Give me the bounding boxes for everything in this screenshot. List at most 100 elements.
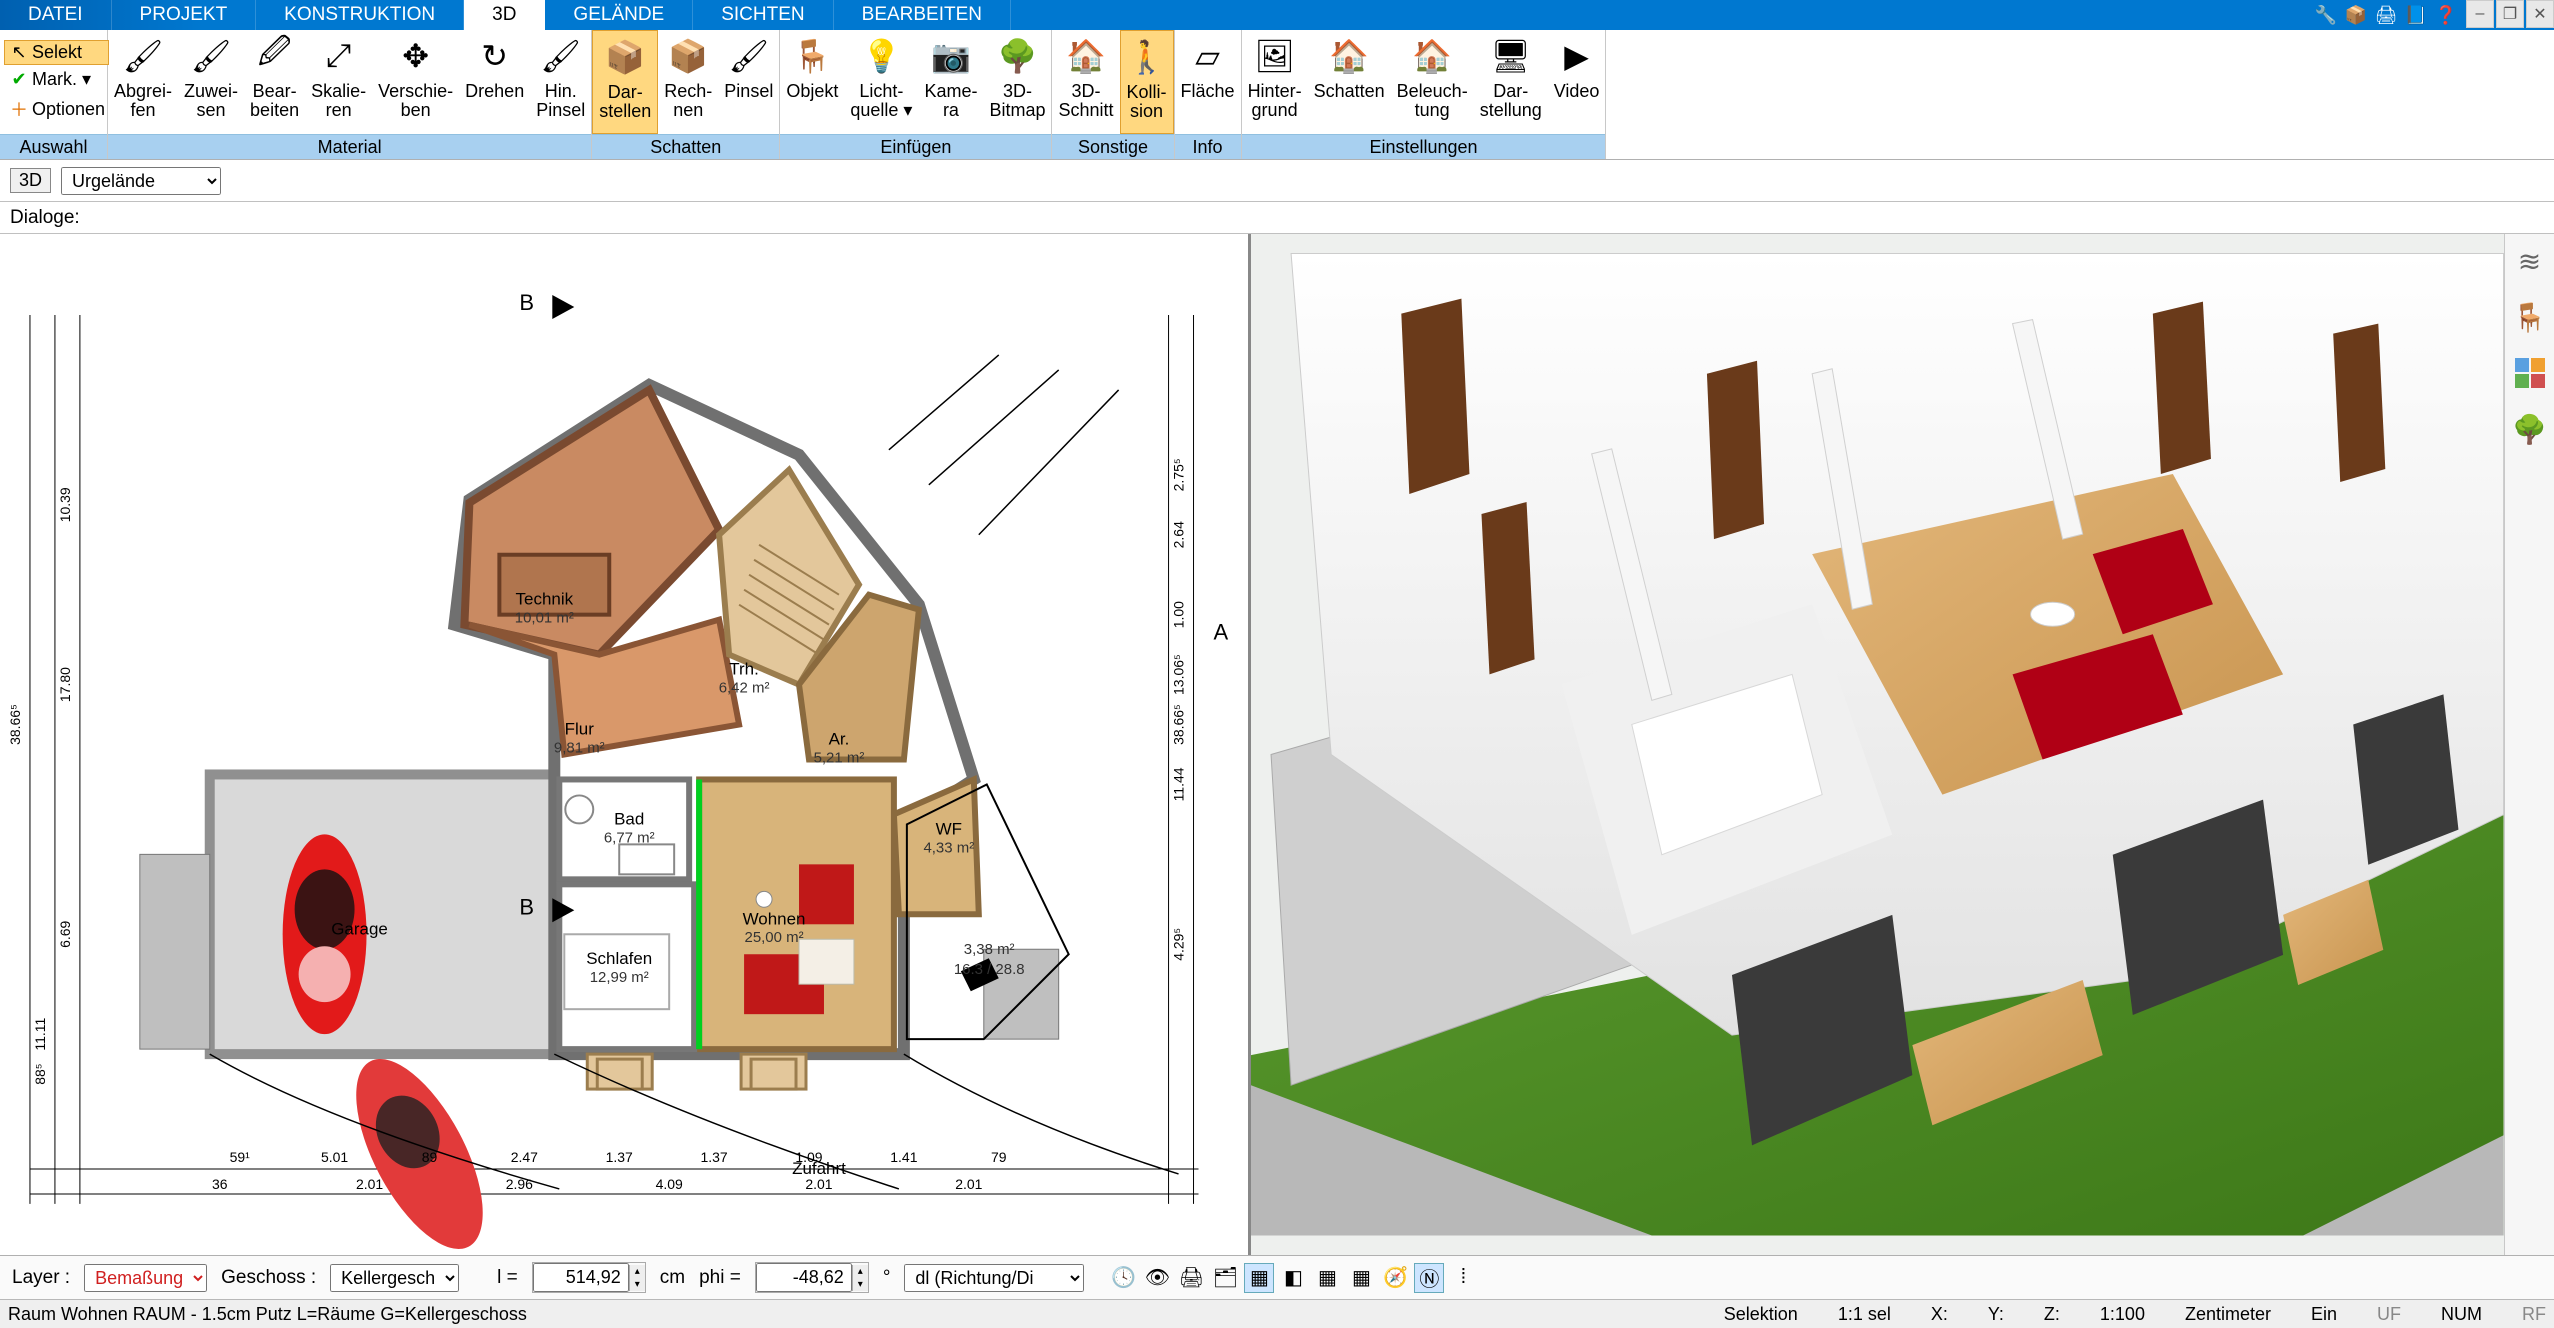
l-label: l = [497,1267,518,1289]
layer-dropdown[interactable]: Urgelände [61,167,221,195]
ribbon-bear-beiten-button[interactable]: 🖉Bear- beiten [244,30,305,134]
status-sel-ratio: 1:1 sel [1838,1304,1891,1325]
print-icon[interactable]: 🖨 [2374,3,2398,27]
mini-icon-10[interactable]: ⁞ [1448,1263,1478,1293]
ribbon-verschie-ben-button[interactable]: ✥ Verschie- ben [372,30,459,134]
mini-icon-5[interactable]: ◧ [1278,1263,1308,1293]
ribbon-group-info: ▱FlächeInfo [1175,30,1242,159]
mini-icon-3[interactable]: 🗂 [1210,1263,1240,1293]
furniture-icon[interactable]: 🪑 [2511,298,2549,336]
box-icon[interactable]: 📦 [2344,3,2368,27]
phi-input[interactable]: ▴▾ [755,1262,869,1293]
ribbon-drehen-button[interactable]: ↻Drehen [459,30,530,134]
ribbon-video-button[interactable]: ▶Video [1548,30,1606,134]
status-unit: Zentimeter [2185,1304,2271,1325]
ribbon-kame-ra-button[interactable]: 📷Kame- ra [918,30,983,134]
status-left: Raum Wohnen RAUM - 1.5cm Putz L=Räume G=… [8,1304,527,1325]
ribbon--d-bitmap-button[interactable]: 🌳3D- Bitmap [983,30,1051,134]
view-2d-plan[interactable]: B B A Technik10,01 m²Flur9,81 m²Trh.6,42… [0,234,1251,1255]
window-minimize[interactable]: – [2466,0,2494,28]
l-input[interactable]: ▴▾ [532,1262,646,1293]
mini-icon-9[interactable]: Ⓝ [1414,1263,1444,1293]
menu-bearbeiten[interactable]: BEARBEITEN [834,0,1011,30]
ribbon-hin-pinsel-button[interactable]: 🖌Hin. Pinsel [530,30,591,134]
mini-icon-1[interactable]: 👁 [1142,1263,1172,1293]
menu-projekt[interactable]: PROJEKT [112,0,257,30]
svg-text:1.37: 1.37 [606,1149,633,1165]
selekt-button[interactable]: ↖Selekt [4,40,109,65]
ribbon-skalie-ren-button[interactable]: ⤢Skalie- ren [305,30,372,134]
menu-datei[interactable]: DATEI [0,0,112,30]
mini-icon-6[interactable]: ▦ [1312,1263,1342,1293]
ribbon-licht-quelle--button[interactable]: 💡Licht- quelle ▾ [844,30,918,134]
ribbon-objekt-button[interactable]: 🪑Objekt [780,30,844,134]
ribbon-group-sonstige: 🏠3D- Schnitt🚶Kolli- sionSonstige [1052,30,1174,159]
svg-text:13.06⁵: 13.06⁵ [1171,654,1187,695]
group-label: Info [1175,134,1241,159]
svg-text:79: 79 [991,1149,1007,1165]
room-label: Wohnen [743,909,806,928]
ribbon-hinter-grund-button[interactable]: 🖼Hinter- grund [1242,30,1308,134]
geschoss-select[interactable]: Kellergesch [330,1264,459,1292]
geschoss-label: Geschoss : [221,1267,316,1289]
svg-text:59¹: 59¹ [230,1149,251,1165]
mini-icon-4[interactable]: ▦ [1244,1263,1274,1293]
window-restore[interactable]: ❐ [2496,0,2524,28]
menu-3d[interactable]: 3D [464,0,545,30]
ribbon-dar-stellung-button[interactable]: 🖥Dar- stellung [1474,30,1548,134]
ribbon-icon: 🖼 [1254,34,1295,78]
ribbon-zuwei-sen-button[interactable]: 🖌Zuwei- sen [178,30,244,134]
ribbon-icon: ✥ [402,34,429,78]
ribbon-rech-nen-button[interactable]: 📦Rech- nen [658,30,718,134]
help-icon[interactable]: ❓ [2434,3,2458,27]
ribbon-abgrei-fen-button[interactable]: 🖌Abgrei- fen [108,30,178,134]
menu-sichten[interactable]: SICHTEN [693,0,833,30]
ribbon: ↖Selekt ✔Mark. ▾ ＋Optionen Auswahl 🖌Abgr… [0,30,2554,160]
svg-text:5.01: 5.01 [321,1149,348,1165]
ribbon-beleuch-tung-button[interactable]: 🏠Beleuch- tung [1391,30,1474,134]
ribbon-kolli-sion-button[interactable]: 🚶Kolli- sion [1120,30,1174,134]
svg-text:B: B [519,290,534,315]
ribbon-label: Dar- stellen [599,83,651,121]
palette-icon[interactable] [2511,354,2549,392]
ribbon-label: Pinsel [724,82,773,101]
mini-icon-2[interactable]: 🖨 [1176,1263,1206,1293]
menu-gelaende[interactable]: GELÄNDE [545,0,693,30]
optionen-button[interactable]: ＋Optionen [4,94,109,124]
status-scale: 1:100 [2100,1304,2145,1325]
car-icon [331,1040,509,1255]
ribbon-icon: 🚶 [1127,35,1167,79]
status-selektion: Selektion [1724,1304,1798,1325]
view-3d[interactable] [1251,234,2504,1255]
book-icon[interactable]: 📘 [2404,3,2428,27]
menu-konstruktion[interactable]: KONSTRUKTION [256,0,464,30]
ribbon-label: Fläche [1181,82,1235,101]
dl-select[interactable]: dl (Richtung/Di [904,1264,1084,1292]
workspace: B B A Technik10,01 m²Flur9,81 m²Trh.6,42… [0,234,2554,1255]
group-label-auswahl: Auswahl [0,134,107,159]
ribbon-pinsel-button[interactable]: 🖌Pinsel [718,30,779,134]
view-mode-icons: 🕓👁🖨🗂▦◧▦▦🧭Ⓝ⁞ [1108,1263,1478,1293]
layer-select[interactable]: Bemaßung [84,1264,207,1292]
layers-icon[interactable]: ≋ [2511,242,2549,280]
mini-icon-8[interactable]: 🧭 [1380,1263,1410,1293]
sofa-icon [799,864,854,924]
tools-icon[interactable]: 🔧 [2314,3,2338,27]
svg-text:2.96: 2.96 [506,1176,533,1192]
ribbon-fl-che-button[interactable]: ▱Fläche [1175,30,1241,134]
plus-icon: ＋ [8,96,30,122]
svg-text:B: B [519,894,534,919]
tree-icon[interactable]: 🌳 [2511,410,2549,448]
mini-icon-7[interactable]: ▦ [1346,1263,1376,1293]
ribbon-schatten-button[interactable]: 🏠Schatten [1308,30,1391,134]
mini-icon-0[interactable]: 🕓 [1108,1263,1138,1293]
ribbon-label: Verschie- ben [378,82,453,120]
svg-text:2.01: 2.01 [356,1176,383,1192]
cursor-icon: ↖ [8,42,30,63]
ribbon-dar-stellen-button[interactable]: 📦Dar- stellen [592,30,658,134]
status-num: NUM [2441,1304,2482,1325]
mark-button[interactable]: ✔Mark. ▾ [4,67,109,92]
room-area: 12,99 m² [590,969,649,986]
ribbon--d-schnitt-button[interactable]: 🏠3D- Schnitt [1052,30,1119,134]
window-close[interactable]: ✕ [2526,0,2554,28]
